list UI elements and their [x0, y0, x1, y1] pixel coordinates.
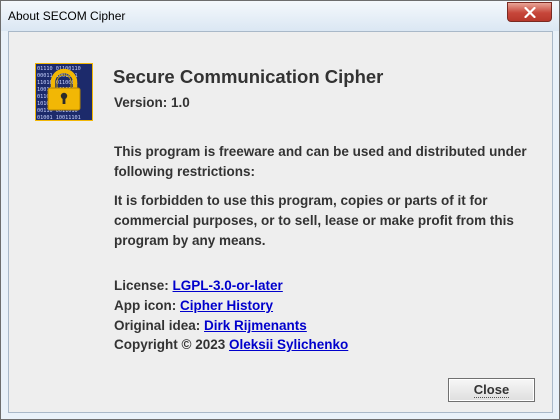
title-bar[interactable]: About SECOM Cipher: [1, 1, 559, 31]
close-button[interactable]: Close: [448, 378, 535, 402]
original-idea-label: Original idea:: [114, 318, 205, 333]
window-title: About SECOM Cipher: [8, 9, 126, 23]
license-link[interactable]: LGPL-3.0-or-later: [173, 278, 283, 293]
close-button-label: Close: [473, 381, 510, 398]
version-label: Version: 1.0: [114, 95, 190, 110]
app-icon-link[interactable]: Cipher History: [180, 298, 273, 313]
original-idea-row: Original idea: Dirk Rijmenants: [114, 316, 534, 336]
svg-text:01001 10011101: 01001 10011101: [37, 115, 81, 121]
license-label: License:: [114, 278, 173, 293]
dialog-content: 01110 01100110 00011 1001001 11010 01100…: [8, 31, 553, 413]
copyright-row: Copyright © 2023 Oleksii Sylichenko: [114, 335, 534, 355]
original-idea-link[interactable]: Dirk Rijmenants: [204, 318, 307, 333]
app-name-heading: Secure Communication Cipher: [113, 66, 384, 87]
license-paragraph: This program is freeware and can be used…: [114, 144, 527, 179]
author-link[interactable]: Oleksii Sylichenko: [229, 337, 348, 352]
restriction-paragraph: It is forbidden to use this program, cop…: [114, 193, 514, 248]
close-icon: [523, 6, 536, 18]
license-row: License: LGPL-3.0-or-later: [114, 276, 534, 296]
padlock-binary-icon: 01110 01100110 00011 1001001 11010 01100…: [35, 63, 93, 121]
app-icon-label: App icon:: [114, 298, 180, 313]
copyright-label: Copyright © 2023: [114, 337, 229, 352]
app-icon-row: App icon: Cipher History: [114, 296, 534, 316]
about-dialog-window: About SECOM Cipher 01110 01100110 00011 …: [0, 0, 560, 420]
window-close-button[interactable]: [507, 2, 552, 22]
